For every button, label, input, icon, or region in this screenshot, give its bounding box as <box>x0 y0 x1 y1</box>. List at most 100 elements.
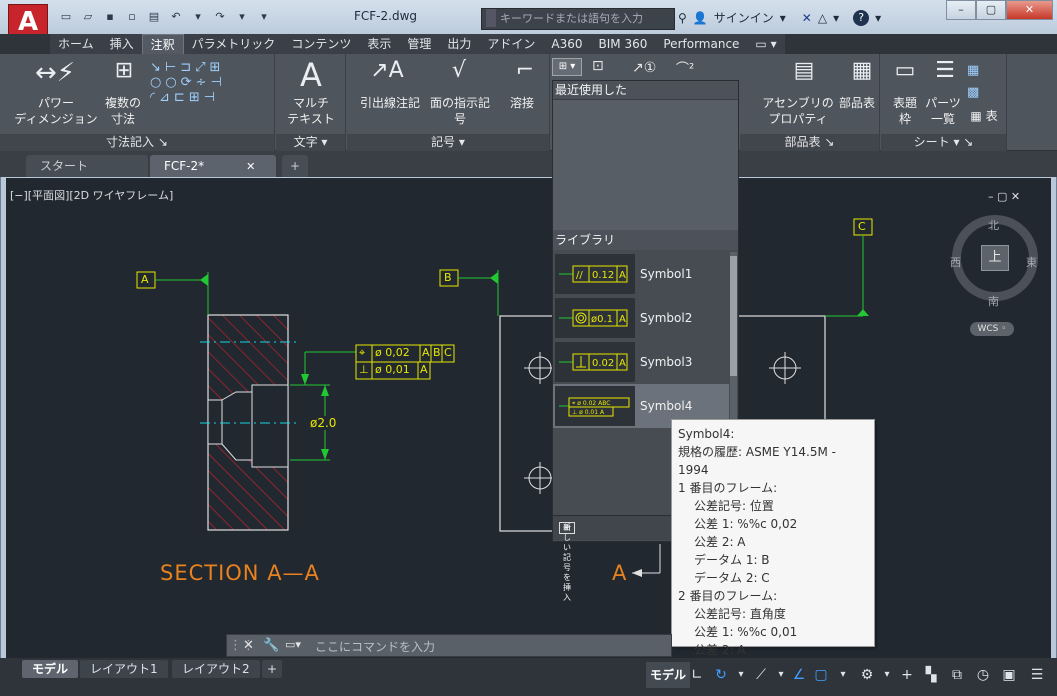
grid-icon[interactable]: ∟ <box>686 662 708 688</box>
a360-dropdown-icon[interactable]: ▾ <box>833 11 839 25</box>
layout-tab-1[interactable]: レイアウト1 <box>80 660 168 678</box>
panel-text-title[interactable]: 文字 ▾ <box>276 134 345 151</box>
command-prompt-icon[interactable]: ▭▾ <box>285 638 301 651</box>
diameter-dimension[interactable] <box>290 351 356 461</box>
multiple-dimension-icon[interactable]: ⊞ <box>104 58 144 83</box>
open-folder-icon[interactable]: ▱ <box>80 9 96 25</box>
gear-icon[interactable]: ⚙ <box>856 662 878 688</box>
hardware-accel-icon[interactable]: ▣ <box>998 662 1020 688</box>
power-dimension-button[interactable]: パワー ディメンジョン <box>6 95 106 127</box>
library-item-symbol3[interactable]: 0.02 A Symbol3 <box>553 340 729 384</box>
customize-menu-icon[interactable]: ☰ <box>1026 662 1048 688</box>
layout-tab-2[interactable]: レイアウト2 <box>172 660 260 678</box>
tab-a360[interactable]: A360 <box>543 34 591 54</box>
annotation-scale-icon[interactable]: ▚ <box>920 662 942 688</box>
compass-west[interactable]: 西 <box>950 254 961 270</box>
compass-north[interactable]: 北 <box>988 217 999 233</box>
title-block-button[interactable]: 表題枠 <box>885 95 925 127</box>
assembly-properties-button[interactable]: アセンブリの プロパティ <box>758 95 838 127</box>
surface-texture-icon[interactable]: √ <box>439 58 479 83</box>
tab-start[interactable]: スタート <box>26 155 148 177</box>
wcs-menu[interactable]: WCS ◦ <box>970 322 1014 336</box>
wrench-icon[interactable]: 🔧 <box>263 638 279 653</box>
compass-south[interactable]: 南 <box>988 293 999 309</box>
search-input[interactable]: キーワードまたは語句を入力 <box>481 8 675 30</box>
tab-insert[interactable]: 挿入 <box>101 34 142 54</box>
new-layout-button[interactable]: + <box>262 660 282 678</box>
welding-button[interactable]: 溶接 <box>497 95 547 111</box>
parts-list-button[interactable]: パーツ 一覧 <box>921 95 965 127</box>
osnap-dropdown-icon[interactable]: ▾ <box>832 662 854 688</box>
library-item-symbol1[interactable]: // 0.12 A Symbol1 <box>553 252 729 296</box>
parts-list-icon[interactable]: ☰ <box>925 58 965 83</box>
close-tab-icon[interactable]: ✕ <box>246 160 255 173</box>
multiple-dimension-button[interactable]: 複数の 寸法 <box>100 95 146 127</box>
model-space-toggle[interactable]: モデル <box>646 662 691 688</box>
tab-performance[interactable]: Performance <box>655 34 748 54</box>
datum-identifier-icon[interactable]: ⊡ <box>592 58 604 74</box>
library-item-symbol2[interactable]: ø0.1 A Symbol2 <box>553 296 729 340</box>
tab-bim360[interactable]: BIM 360 <box>590 34 656 54</box>
fcf-split-button[interactable]: ⊞ ▾ <box>552 58 582 76</box>
tab-manage[interactable]: 管理 <box>399 34 440 54</box>
a360-icon[interactable]: △ <box>818 11 827 25</box>
signin-button[interactable]: サインイン <box>714 9 774 26</box>
customize-qat-icon[interactable]: ▾ <box>256 9 272 25</box>
panel-parts-title[interactable]: 部品表 ↘ <box>740 134 879 151</box>
tab-view[interactable]: 表示 <box>359 34 400 54</box>
scroll-thumb[interactable] <box>730 256 737 376</box>
dimension-tools-grid[interactable]: ↘⊢⊐⤢⊞ ○○⟳∻⊣ ◜⊿⊏⊞⊣ <box>150 60 270 105</box>
help-dropdown-icon[interactable]: ▾ <box>875 11 881 25</box>
panel-dim-title[interactable]: 寸法記入 ↘ <box>0 134 274 151</box>
binoculars-icon[interactable]: ⚲ <box>678 11 687 25</box>
polar-icon[interactable]: ∠ <box>788 662 810 688</box>
osnap-icon[interactable]: ▢ <box>810 662 832 688</box>
tab-annotate[interactable]: 注釈 <box>141 34 184 54</box>
balloon-icon[interactable]: ↗① <box>632 60 656 76</box>
table-button[interactable]: ▦ 表 <box>967 108 1001 124</box>
viewcube-top-face[interactable]: 上 <box>981 245 1009 271</box>
undo-icon[interactable]: ↶ <box>168 9 184 25</box>
snap-icon[interactable]: ↻ <box>710 662 732 688</box>
undo-dropdown-icon[interactable]: ▾ <box>190 9 206 25</box>
mtext-button[interactable]: マルチ テキスト <box>276 95 346 127</box>
ribbon-minimize-toggle[interactable]: ▭ ▾ <box>747 34 785 54</box>
ortho-icon[interactable]: ⟋ <box>750 662 772 688</box>
signin-dropdown-icon[interactable]: ▾ <box>780 11 786 25</box>
power-dimension-icon[interactable]: ↔⚡ <box>30 58 80 88</box>
panel-symbol-title[interactable]: 記号 ▾ <box>347 134 549 151</box>
isolate-icon[interactable]: ◷ <box>972 662 994 688</box>
save-icon[interactable]: ▪ <box>102 9 118 25</box>
surface-texture-button[interactable]: 面の指示記号 <box>423 95 497 127</box>
assembly-properties-icon[interactable]: ▤ <box>784 58 824 83</box>
redo-icon[interactable]: ↷ <box>212 9 228 25</box>
snap-dropdown-icon[interactable]: ▾ <box>730 662 752 688</box>
new-tab-button[interactable]: + <box>282 155 308 177</box>
tab-content[interactable]: コンテンツ <box>283 34 360 54</box>
command-input[interactable]: ここにコマンドを入力 <box>315 638 435 655</box>
redo-dropdown-icon[interactable]: ▾ <box>234 9 250 25</box>
add-icon[interactable]: + <box>896 662 918 688</box>
help-icon[interactable]: ? <box>853 9 870 26</box>
datum-target-icon[interactable]: ⌒² <box>676 58 694 77</box>
tab-parametric[interactable]: パラメトリック <box>183 34 284 54</box>
tab-home[interactable]: ホーム <box>50 34 102 54</box>
leader-note-button[interactable]: 引出線注記 <box>351 95 429 111</box>
layout-tab-model[interactable]: モデル <box>22 660 79 678</box>
print-icon[interactable]: ▤ <box>146 9 162 25</box>
title-block-icon[interactable]: ▭ <box>885 58 925 83</box>
maximize-button[interactable]: ▢ <box>976 0 1006 20</box>
datum-c-flag[interactable] <box>825 218 873 317</box>
tab-addins[interactable]: アドイン <box>479 34 544 54</box>
tab-output[interactable]: 出力 <box>439 34 480 54</box>
tab-document[interactable]: FCF-2* ✕ <box>150 155 276 177</box>
mtext-icon[interactable]: A <box>276 56 346 94</box>
bom-icon[interactable]: ▦ <box>842 58 882 83</box>
sheet-small-icons[interactable]: ▦ ▩ <box>967 60 979 104</box>
new-file-icon[interactable]: ▭ <box>58 9 74 25</box>
close-button[interactable]: ✕ <box>1006 0 1053 20</box>
save-as-icon[interactable]: ▫ <box>124 9 140 25</box>
close-command-icon[interactable]: ✕ <box>243 638 254 653</box>
panel-sheet-title[interactable]: シート ▾ ↘ <box>881 134 1006 151</box>
leader-note-icon[interactable]: ↗A <box>367 58 407 83</box>
